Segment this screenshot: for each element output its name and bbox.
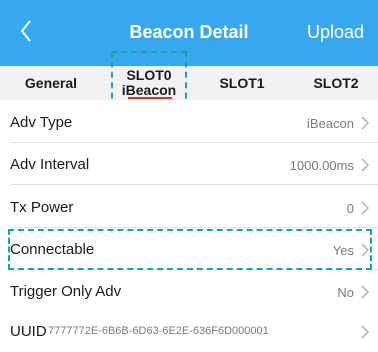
row-value: 7777772E-6B6B-6D63-6E2E-636F6D000001 <box>48 325 269 337</box>
chevron-right-icon <box>360 285 370 299</box>
row-label: Connectable <box>10 241 95 258</box>
row-uuid[interactable]: UUID 7777772E-6B6B-6D63-6E2E-636F6D00000… <box>0 311 378 352</box>
row-label: Tx Power <box>10 199 74 216</box>
row-divider <box>10 269 378 270</box>
row-label: Adv Type <box>10 114 73 131</box>
row-divider <box>10 184 378 185</box>
row-divider <box>10 142 378 143</box>
chevron-right-icon <box>360 243 370 257</box>
row-label: Adv Interval <box>10 156 90 173</box>
row-value: No <box>337 285 354 300</box>
tab-slot1[interactable]: SLOT1 <box>210 66 274 100</box>
chevron-right-icon <box>360 325 370 339</box>
row-value: 1000.00ms <box>289 158 354 173</box>
slot-tabs: General SLOT0 iBeacon SLOT1 SLOT2 <box>0 66 378 100</box>
row-label: Trigger Only Adv <box>10 283 122 300</box>
active-tab-indicator <box>128 97 172 99</box>
tab-slot2-label: SLOT2 <box>313 75 359 91</box>
row-divider <box>10 227 378 228</box>
row-adv-interval[interactable]: Adv Interval 1000.00ms <box>0 144 378 185</box>
tab-general[interactable]: General <box>8 66 94 100</box>
row-trigger-only-adv[interactable]: Trigger Only Adv No <box>0 271 378 312</box>
tab-general-label: General <box>24 75 78 91</box>
tab-slot1-label: SLOT1 <box>219 75 265 91</box>
chevron-right-icon <box>360 201 370 215</box>
tab-slot0[interactable]: SLOT0 iBeacon <box>111 66 187 100</box>
row-connectable[interactable]: Connectable Yes <box>0 229 378 270</box>
row-tx-power[interactable]: Tx Power 0 <box>0 187 378 228</box>
nav-bar: Beacon Detail Upload <box>0 0 378 66</box>
row-adv-type[interactable]: Adv Type iBeacon <box>0 102 378 143</box>
row-value: Yes <box>332 243 354 258</box>
tab-slot2[interactable]: SLOT2 <box>304 66 368 100</box>
row-value: 0 <box>346 201 354 216</box>
tab-slot0-label: SLOT0 <box>126 67 172 83</box>
tab-slot0-type: iBeacon <box>121 82 177 98</box>
chevron-right-icon <box>360 158 370 172</box>
row-label: UUID <box>10 323 47 340</box>
row-value: iBeacon <box>307 116 354 131</box>
chevron-right-icon <box>360 116 370 130</box>
upload-button[interactable]: Upload <box>307 22 364 43</box>
